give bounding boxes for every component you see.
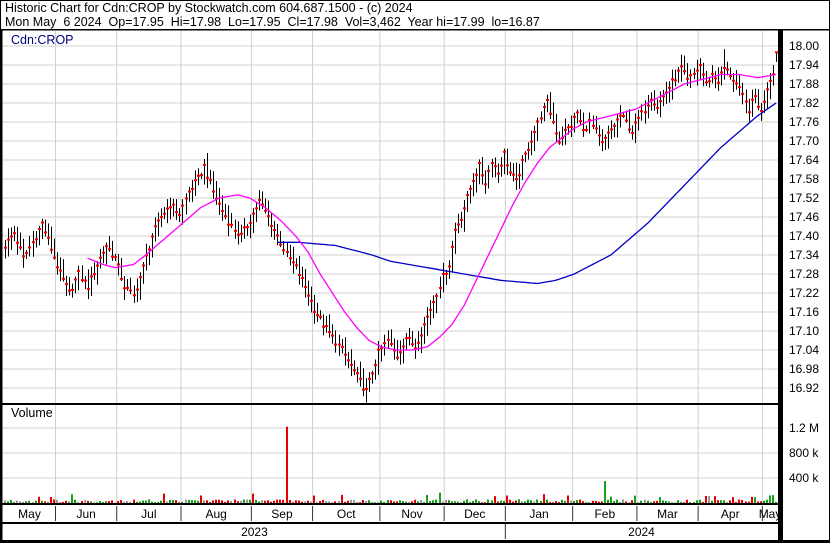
month-label: Dec (464, 507, 485, 521)
volume-axis-labels: 1.2 M 800 k 400 k (789, 421, 819, 485)
price-tick-label: 17.52 (789, 191, 819, 205)
symbol-label: Cdn:CROP (11, 33, 74, 47)
month-label: May (18, 507, 41, 521)
month-label: Jan (529, 507, 548, 521)
month-label: Nov (401, 507, 422, 521)
price-tick-label: 16.98 (789, 362, 819, 376)
month-label: Apr (721, 507, 740, 521)
price-tick-label: 17.34 (789, 248, 819, 262)
month-label: Jul (141, 507, 156, 521)
price-tick-label: 17.46 (789, 210, 819, 224)
year-labels: 2023 2024 (241, 525, 655, 539)
price-axis-labels: 18.00 17.94 17.88 17.82 17.76 17.70 17.64 17.58… (789, 39, 819, 395)
long-moving-average-line (277, 102, 777, 285)
month-label: May (759, 507, 782, 521)
month-label: Aug (205, 507, 226, 521)
price-tick-label: 17.82 (789, 96, 819, 110)
month-labels: May Jun Jul Aug Sep Oct Nov Dec Jan Feb Mar Apr May (18, 507, 781, 521)
month-label: Mar (657, 507, 678, 521)
volume-bars (4, 426, 777, 503)
price-tick-label: 17.10 (789, 324, 819, 338)
stockwatch-historic-chart-window: Historic Chart for Cdn:CROP by Stockwatc… (0, 0, 830, 543)
price-tick-label: 17.40 (789, 229, 819, 243)
month-label: Feb (594, 507, 615, 521)
price-tick-label: 17.28 (789, 267, 819, 281)
volume-pane-label: Volume (11, 406, 53, 420)
price-tick-label: 17.22 (789, 286, 819, 300)
month-label: Oct (337, 507, 356, 521)
short-moving-average-line (87, 73, 777, 351)
year-label: 2023 (241, 525, 268, 539)
price-tick-label: 17.70 (789, 134, 819, 148)
price-tick-label: 17.64 (789, 153, 819, 167)
year-label: 2024 (628, 525, 655, 539)
month-label: Jun (76, 507, 95, 521)
volume-tick-label: 400 k (789, 471, 819, 485)
price-tick-label: 17.88 (789, 77, 819, 91)
price-tick-label: 16.92 (789, 381, 819, 395)
price-tick-label: 18.00 (789, 39, 819, 53)
volume-tick-label: 1.2 M (789, 421, 819, 435)
price-tick-label: 17.04 (789, 343, 819, 357)
price-tick-label: 17.16 (789, 305, 819, 319)
symbol-label: Cdn:CROP (11, 33, 74, 47)
volume-tick-label: 800 k (789, 446, 819, 460)
chart-canvas[interactable]: 18.00 17.94 17.88 17.82 17.76 17.70 17.64 17.58… (0, 0, 830, 543)
month-label: Sep (271, 507, 293, 521)
price-tick-label: 17.76 (789, 115, 819, 129)
volume-pane-label: Volume (11, 406, 53, 420)
price-tick-label: 17.94 (789, 58, 819, 72)
price-tick-label: 17.58 (789, 172, 819, 186)
